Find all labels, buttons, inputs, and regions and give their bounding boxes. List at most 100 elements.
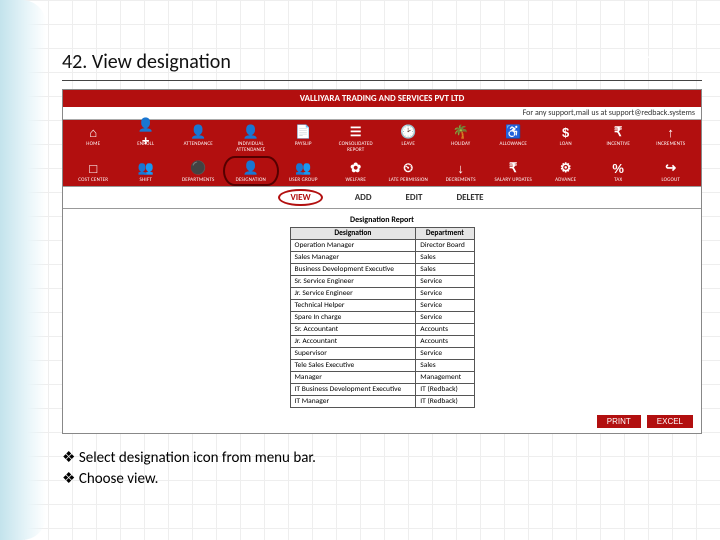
action-view[interactable]: VIEW bbox=[280, 191, 320, 204]
toolbar-item-label: SALARY UPDATES bbox=[494, 177, 532, 183]
table-cell: Tele Sales Executive bbox=[290, 360, 416, 372]
toolbar-item-logout[interactable]: ↪LOGOUT bbox=[645, 158, 698, 184]
incentive-icon: ₹ bbox=[608, 123, 628, 141]
table-header: Department bbox=[416, 228, 474, 240]
toolbar-item-shift[interactable]: 👥SHIFT bbox=[120, 158, 173, 184]
shift-icon: 👥 bbox=[136, 159, 156, 177]
table-cell: Sales bbox=[416, 360, 474, 372]
toolbar-item-increments[interactable]: ↑INCREMENTS bbox=[645, 122, 698, 154]
payslip-icon: 📄 bbox=[293, 123, 313, 141]
toolbar-item-advance[interactable]: ⚙ADVANCE bbox=[540, 158, 593, 184]
toolbar-item-allowance[interactable]: ♿ALLOWANCE bbox=[487, 122, 540, 154]
loan-icon: $ bbox=[556, 123, 576, 141]
cost-center-icon: □ bbox=[83, 159, 103, 177]
table-row: Spare In chargeService bbox=[290, 312, 474, 324]
toolbar-item-incentive[interactable]: ₹INCENTIVE bbox=[592, 122, 645, 154]
table-cell: Jr. Service Engineer bbox=[290, 288, 416, 300]
table-cell: Service bbox=[416, 300, 474, 312]
excel-button[interactable]: EXCEL bbox=[647, 415, 693, 428]
toolbar-item-leave[interactable]: 🕑LEAVE bbox=[382, 122, 435, 154]
toolbar-item-label: DEPARTMENTS bbox=[182, 177, 215, 183]
table-cell: Sales bbox=[416, 252, 474, 264]
slide-decoration bbox=[0, 0, 46, 540]
table-row: SupervisorService bbox=[290, 348, 474, 360]
table-header: Designation bbox=[290, 228, 416, 240]
table-cell: Manager bbox=[290, 372, 416, 384]
toolbar-item-payslip[interactable]: 📄PAYSLIP bbox=[277, 122, 330, 154]
user-group-icon: 👥 bbox=[293, 159, 313, 177]
toolbar-item-label: COST CENTER bbox=[78, 177, 108, 183]
footer-buttons: PRINT EXCEL bbox=[63, 412, 701, 433]
action-edit[interactable]: EDIT bbox=[406, 192, 423, 203]
print-button[interactable]: PRINT bbox=[597, 415, 641, 428]
toolbar-item-cost-center[interactable]: □COST CENTER bbox=[67, 158, 120, 184]
toolbar-item-label: INDIVIDUAL ATTENDANCE bbox=[225, 141, 278, 153]
table-cell: Sr. Accountant bbox=[290, 324, 416, 336]
toolbar-item-loan[interactable]: $LOAN bbox=[540, 122, 593, 154]
slide-content: 42. View designation VALLIYARA TRADING A… bbox=[62, 50, 702, 490]
toolbar-item-welfare[interactable]: ✿WELFARE bbox=[330, 158, 383, 184]
toolbar-item-label: HOME bbox=[86, 141, 100, 147]
instruction-item: Select designation icon from menu bar. bbox=[62, 448, 702, 469]
table-cell: Supervisor bbox=[290, 348, 416, 360]
table-cell: Director Board bbox=[416, 240, 474, 252]
report-title: Designation Report bbox=[71, 213, 693, 227]
toolbar-item-user-group[interactable]: 👥USER GROUP bbox=[277, 158, 330, 184]
table-row: Technical HelperService bbox=[290, 300, 474, 312]
table-row: Tele Sales ExecutiveSales bbox=[290, 360, 474, 372]
action-delete[interactable]: DELETE bbox=[456, 192, 483, 203]
departments-icon: ⚫ bbox=[188, 159, 208, 177]
toolbar-item-consolidated-report[interactable]: ☰CONSOLIDATED REPORT bbox=[330, 122, 383, 154]
late-permission-icon: ⏲ bbox=[398, 159, 418, 177]
table-cell: Sales bbox=[416, 264, 474, 276]
salary-updates-icon: ₹ bbox=[503, 159, 523, 177]
table-cell: Service bbox=[416, 348, 474, 360]
toolbar-item-holiday[interactable]: 🌴HOLIDAY bbox=[435, 122, 488, 154]
table-cell: IT (Redback) bbox=[416, 384, 474, 396]
action-add[interactable]: ADD bbox=[355, 192, 372, 203]
toolbar-item-tax[interactable]: %TAX bbox=[592, 158, 645, 184]
table-cell: Accounts bbox=[416, 324, 474, 336]
main-toolbar: ⌂HOME👤+ENROLL👤ATTENDANCE👤INDIVIDUAL ATTE… bbox=[63, 120, 701, 186]
individual-attendance-icon: 👤 bbox=[241, 123, 261, 141]
table-cell: Service bbox=[416, 312, 474, 324]
toolbar-item-decrements[interactable]: ↓DECREMENTS bbox=[435, 158, 488, 184]
table-row: Sr. AccountantAccounts bbox=[290, 324, 474, 336]
table-row: Business Development ExecutiveSales bbox=[290, 264, 474, 276]
toolbar-item-label: TAX bbox=[614, 177, 622, 183]
toolbar-item-home[interactable]: ⌂HOME bbox=[67, 122, 120, 154]
advance-icon: ⚙ bbox=[556, 159, 576, 177]
table-row: Jr. Service EngineerService bbox=[290, 288, 474, 300]
logout-icon: ↪ bbox=[661, 159, 681, 177]
toolbar-item-late-permission[interactable]: ⏲LATE PERMISSION bbox=[382, 158, 435, 184]
toolbar-item-label: DECREMENTS bbox=[446, 177, 476, 183]
toolbar-item-label: LEAVE bbox=[402, 141, 415, 147]
toolbar-item-label: LOGOUT bbox=[661, 177, 680, 183]
table-row: IT ManagerIT (Redback) bbox=[290, 396, 474, 408]
app-screenshot: VALLIYARA TRADING AND SERVICES PVT LTD F… bbox=[62, 89, 702, 434]
toolbar-item-departments[interactable]: ⚫DEPARTMENTS bbox=[172, 158, 225, 184]
sub-banner: For any support,mail us at support@redba… bbox=[63, 107, 701, 120]
designation-icon: 👤 bbox=[241, 159, 261, 177]
toolbar-item-individual-attendance[interactable]: 👤INDIVIDUAL ATTENDANCE bbox=[225, 122, 278, 154]
action-bar: VIEW ADD EDIT DELETE bbox=[63, 186, 701, 209]
toolbar-item-designation[interactable]: 👤DESIGNATION bbox=[225, 158, 278, 184]
table-row: Operation ManagerDirector Board bbox=[290, 240, 474, 252]
designation-table: DesignationDepartment Operation ManagerD… bbox=[290, 227, 475, 408]
tax-icon: % bbox=[608, 159, 628, 177]
toolbar-item-label: SHIFT bbox=[140, 177, 152, 183]
toolbar-item-attendance[interactable]: 👤ATTENDANCE bbox=[172, 122, 225, 154]
welfare-icon: ✿ bbox=[346, 159, 366, 177]
table-cell: Business Development Executive bbox=[290, 264, 416, 276]
table-cell: Sr. Service Engineer bbox=[290, 276, 416, 288]
allowance-icon: ♿ bbox=[503, 123, 523, 141]
company-banner: VALLIYARA TRADING AND SERVICES PVT LTD bbox=[63, 90, 701, 107]
attendance-icon: 👤 bbox=[188, 123, 208, 141]
toolbar-item-salary-updates[interactable]: ₹SALARY UPDATES bbox=[487, 158, 540, 184]
table-cell: Accounts bbox=[416, 336, 474, 348]
toolbar-item-enroll[interactable]: 👤+ENROLL bbox=[120, 122, 173, 154]
enroll-icon: 👤+ bbox=[136, 123, 156, 141]
toolbar-item-label: DESIGNATION bbox=[236, 177, 266, 183]
toolbar-row-2: □COST CENTER👥SHIFT⚫DEPARTMENTS👤DESIGNATI… bbox=[63, 156, 701, 186]
table-cell: Operation Manager bbox=[290, 240, 416, 252]
